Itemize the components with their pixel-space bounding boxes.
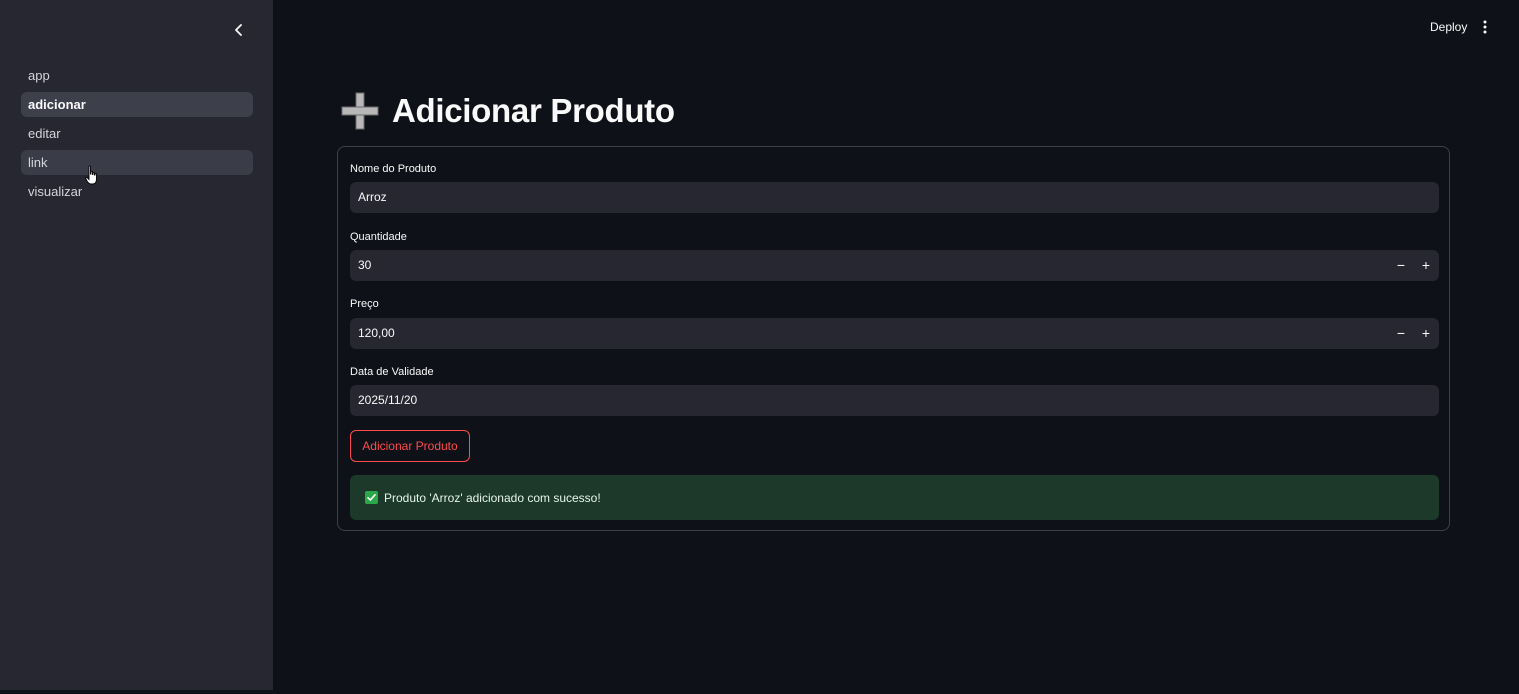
sidebar-item-adicionar[interactable]: adicionar (21, 92, 253, 117)
product-name-label: Nome do Produto (350, 163, 437, 175)
product-name-input[interactable]: Arroz (350, 182, 1439, 213)
price-decrement-button[interactable]: − (1389, 318, 1413, 349)
add-product-button[interactable]: Adicionar Produto (350, 430, 470, 462)
success-alert: Produto 'Arroz' adicionado com sucesso! (350, 475, 1439, 520)
sidebar-nav: app adicionar editar link visualizar (21, 63, 253, 208)
quantity-increment-button[interactable]: + (1414, 250, 1438, 281)
plus-icon (341, 92, 379, 130)
product-form: Nome do Produto Arroz Quantidade 30 − + … (337, 146, 1450, 531)
price-label: Preço (350, 298, 379, 310)
sidebar-item-editar[interactable]: editar (21, 121, 253, 146)
sidebar: app adicionar editar link visualizar (0, 0, 273, 690)
quantity-input[interactable]: 30 − + (350, 250, 1439, 281)
success-message: Produto 'Arroz' adicionado com sucesso! (384, 490, 601, 505)
chevron-left-icon (235, 24, 242, 36)
quantity-value: 30 (358, 258, 372, 272)
price-input[interactable]: 120,00 − + (350, 318, 1439, 349)
quantity-decrement-button[interactable]: − (1389, 250, 1413, 281)
sidebar-item-label: adicionar (28, 97, 86, 112)
hand-pointer-cursor-icon (85, 165, 97, 185)
check-icon (365, 491, 378, 504)
expiry-date-label: Data de Validade (350, 366, 434, 378)
page-title: Adicionar Produto (392, 92, 675, 129)
main-menu-button[interactable] (1475, 16, 1495, 38)
sidebar-item-label: link (28, 155, 48, 170)
sidebar-item-label: app (28, 68, 50, 83)
deploy-button[interactable]: Deploy (1422, 16, 1475, 38)
kebab-menu-icon (1483, 20, 1487, 34)
checkmark-glyph-icon (367, 494, 376, 501)
price-value: 120,00 (358, 326, 395, 340)
collapse-sidebar-button[interactable] (227, 18, 251, 42)
sidebar-item-label: editar (28, 126, 61, 141)
sidebar-item-link[interactable]: link (21, 150, 253, 175)
expiry-date-input[interactable]: 2025/11/20 (350, 385, 1439, 416)
sidebar-item-app[interactable]: app (21, 63, 253, 88)
quantity-label: Quantidade (350, 231, 407, 243)
sidebar-item-label: visualizar (28, 184, 83, 199)
app-window: app adicionar editar link visualizar Dep… (0, 0, 1519, 694)
price-increment-button[interactable]: + (1414, 318, 1438, 349)
page-header: Adicionar Produto (340, 88, 675, 134)
sidebar-item-visualizar[interactable]: visualizar (21, 179, 253, 204)
